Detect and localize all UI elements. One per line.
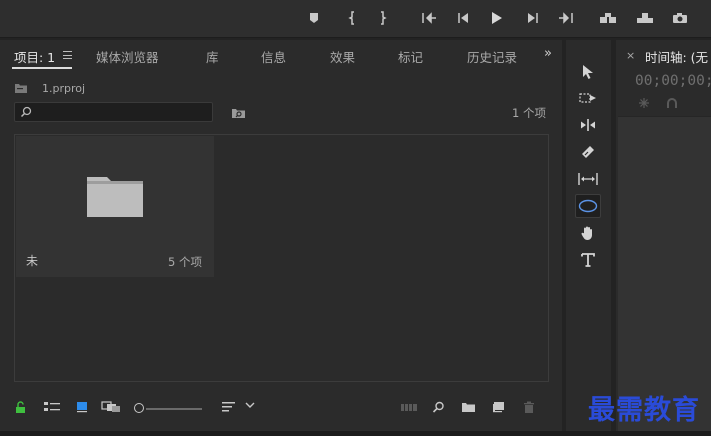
bin-name: 未 xyxy=(26,254,39,268)
icon-view-button[interactable] xyxy=(76,401,88,413)
sort-dropdown-button[interactable] xyxy=(245,401,255,409)
selection-tool[interactable] xyxy=(575,60,601,84)
project-bin-area: 未 5 个项 xyxy=(14,134,549,382)
project-breadcrumb: 1.prproj xyxy=(14,80,85,96)
automate-sequence-icon xyxy=(401,404,417,411)
arrow-pointer-icon xyxy=(583,65,593,79)
track-select-tool[interactable] xyxy=(575,86,601,110)
track-select-icon xyxy=(579,93,596,103)
bin-item[interactable]: 未 5 个项 xyxy=(16,136,214,277)
razor-tool[interactable] xyxy=(575,140,601,164)
slip-icon xyxy=(578,173,598,185)
type-t-icon xyxy=(581,253,595,267)
timeline-panel: × 时间轴: (无 00;00;00;0 xyxy=(616,40,711,431)
watermark-logo: 最需教育 xyxy=(588,395,700,426)
new-item-button[interactable] xyxy=(492,401,505,413)
timeline-toolbar xyxy=(638,97,678,109)
panel-menu-icon[interactable] xyxy=(63,51,72,59)
hand-tool[interactable] xyxy=(575,221,601,245)
lock-open-icon xyxy=(16,401,25,413)
tab-libraries[interactable]: 库 xyxy=(206,47,219,66)
linked-selection-icon[interactable] xyxy=(666,97,678,109)
ellipse-tool[interactable] xyxy=(575,194,601,218)
project-file-name: 1.prproj xyxy=(42,81,86,95)
search-input[interactable] xyxy=(14,102,213,122)
active-tab-underline xyxy=(12,67,72,69)
sort-lines-icon xyxy=(222,402,235,412)
play-button[interactable] xyxy=(487,9,507,27)
new-item-icon xyxy=(493,402,504,413)
go-to-in-button[interactable] xyxy=(419,9,439,27)
lock-button[interactable] xyxy=(15,401,26,414)
timeline-close-icon[interactable]: × xyxy=(626,49,635,62)
project-panel-tabs: 项目: 1 媒体浏览器 库 信息 效果 标记 历史记录 » xyxy=(0,40,562,70)
project-item-count: 1 个项 xyxy=(512,106,546,120)
icon-view-icon xyxy=(77,402,87,413)
folder-icon xyxy=(87,177,143,217)
tools-panel xyxy=(566,40,611,431)
chevron-down-icon xyxy=(245,402,255,408)
insert-button[interactable] xyxy=(598,9,618,27)
type-tool[interactable] xyxy=(575,248,601,272)
freeform-view-button[interactable] xyxy=(101,401,121,413)
tab-markers[interactable]: 标记 xyxy=(398,47,423,66)
hand-icon xyxy=(581,226,592,240)
timeline-track-area[interactable] xyxy=(618,116,711,431)
add-marker-button[interactable] xyxy=(304,9,324,27)
find-button[interactable] xyxy=(231,104,246,123)
tab-media-browser[interactable]: 媒体浏览器 xyxy=(96,47,159,66)
tab-project[interactable]: 项目: 1 xyxy=(14,47,55,66)
freeform-view-icon xyxy=(101,401,120,412)
search-icon xyxy=(20,106,32,118)
overwrite-button[interactable] xyxy=(635,9,655,27)
trash-icon xyxy=(524,401,534,413)
ripple-edit-icon xyxy=(581,119,595,131)
more-tabs-chevron-icon[interactable]: » xyxy=(544,46,552,61)
program-monitor-transport xyxy=(0,0,711,38)
premiere-workspace: 项目: 1 媒体浏览器 库 信息 效果 标记 历史记录 » 1.prproj 1… xyxy=(0,0,711,436)
bin-item-count: 5 个项 xyxy=(168,255,202,269)
timeline-tab-title[interactable]: 时间轴: (无 xyxy=(645,47,708,66)
zoom-slider[interactable] xyxy=(146,408,202,410)
new-bin-folder-icon xyxy=(462,403,475,412)
project-bottom-toolbar xyxy=(0,396,562,422)
export-frame-button[interactable] xyxy=(670,9,690,27)
new-bin-button[interactable] xyxy=(461,401,476,413)
step-back-button[interactable] xyxy=(453,9,473,27)
list-view-button[interactable] xyxy=(43,401,61,413)
tab-effects[interactable]: 效果 xyxy=(330,47,355,66)
mark-out-button[interactable] xyxy=(373,9,393,27)
project-folder-icon xyxy=(15,84,27,93)
step-forward-button[interactable] xyxy=(523,9,543,27)
sort-icons-button[interactable] xyxy=(221,401,237,413)
razor-icon xyxy=(582,146,594,158)
automate-to-sequence-button[interactable] xyxy=(400,401,418,413)
ripple-edit-tool[interactable] xyxy=(575,113,601,137)
tab-history[interactable]: 历史记录 xyxy=(467,47,517,66)
timeline-timecode[interactable]: 00;00;00;0 xyxy=(635,73,711,89)
ellipse-icon xyxy=(578,199,598,213)
mark-in-button[interactable] xyxy=(342,9,362,27)
clear-button[interactable] xyxy=(523,401,535,414)
go-to-out-button[interactable] xyxy=(556,9,576,27)
magnifier-icon xyxy=(432,401,444,413)
slip-tool[interactable] xyxy=(575,167,601,191)
snap-icon[interactable] xyxy=(638,97,650,109)
list-view-icon xyxy=(44,402,60,411)
window-bottom-edge xyxy=(0,431,711,436)
find-bottom-button[interactable] xyxy=(432,401,445,414)
tab-info[interactable]: 信息 xyxy=(261,47,286,66)
zoom-slider-handle[interactable] xyxy=(134,403,144,413)
project-panel: 项目: 1 媒体浏览器 库 信息 效果 标记 历史记录 » 1.prproj 1… xyxy=(0,40,562,431)
find-folder-icon xyxy=(232,109,245,118)
